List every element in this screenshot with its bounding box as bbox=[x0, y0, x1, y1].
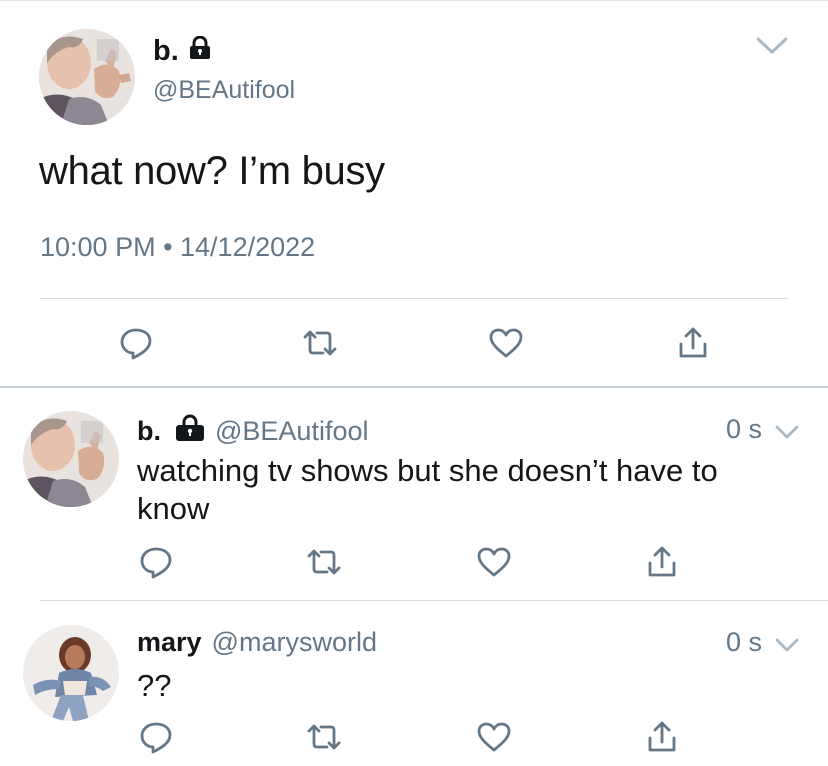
avatar[interactable] bbox=[39, 29, 135, 125]
handle[interactable]: @marysworld bbox=[212, 627, 377, 658]
share-icon[interactable] bbox=[642, 717, 682, 757]
display-name-text[interactable]: b. bbox=[153, 35, 179, 68]
share-icon[interactable] bbox=[642, 542, 682, 582]
tweet-time[interactable]: 0 s bbox=[726, 414, 762, 445]
lock-icon bbox=[189, 35, 211, 68]
avatar[interactable] bbox=[23, 411, 119, 507]
reply-tweet[interactable]: mary @marysworld 0 s ?? bbox=[0, 601, 828, 766]
action-bar bbox=[0, 320, 828, 370]
reply-icon[interactable] bbox=[116, 323, 156, 363]
reply-header: mary @marysworld bbox=[137, 627, 377, 658]
tweet-timestamp[interactable]: 10:00 PM • 14/12/2022 bbox=[40, 232, 315, 263]
retweet-icon[interactable] bbox=[300, 323, 340, 363]
tweet-text: what now? I’m busy bbox=[39, 149, 385, 193]
retweet-icon[interactable] bbox=[304, 542, 344, 582]
lock-icon bbox=[175, 414, 205, 449]
handle[interactable]: @BEAutifool bbox=[153, 76, 295, 105]
retweet-icon[interactable] bbox=[304, 717, 344, 757]
share-icon[interactable] bbox=[673, 323, 713, 363]
handle[interactable]: @BEAutifool bbox=[215, 416, 368, 447]
display-name[interactable]: b. bbox=[137, 416, 161, 447]
chevron-down-icon[interactable] bbox=[774, 424, 800, 440]
main-tweet: b. @BEAutifool what now? I’m busy 10:00 … bbox=[0, 0, 828, 388]
heart-icon[interactable] bbox=[474, 542, 514, 582]
chevron-down-icon[interactable] bbox=[774, 637, 800, 653]
divider bbox=[40, 298, 788, 299]
heart-icon[interactable] bbox=[486, 323, 526, 363]
reply-header: b. @BEAutifool bbox=[137, 414, 368, 449]
tweet-time[interactable]: 0 s bbox=[726, 627, 762, 658]
reply-icon[interactable] bbox=[136, 717, 176, 757]
display-name[interactable]: mary bbox=[137, 627, 202, 658]
heart-icon[interactable] bbox=[474, 717, 514, 757]
tweet-text: ?? bbox=[137, 668, 172, 703]
display-name[interactable]: b. bbox=[153, 35, 211, 68]
tweet-text: watching tv shows but she doesn’t have t… bbox=[137, 453, 718, 526]
avatar[interactable] bbox=[23, 625, 119, 721]
chevron-down-icon[interactable] bbox=[755, 36, 789, 56]
reply-icon[interactable] bbox=[136, 542, 176, 582]
reply-tweet[interactable]: b. @BEAutifool 0 s watching tv shows but… bbox=[0, 388, 828, 600]
